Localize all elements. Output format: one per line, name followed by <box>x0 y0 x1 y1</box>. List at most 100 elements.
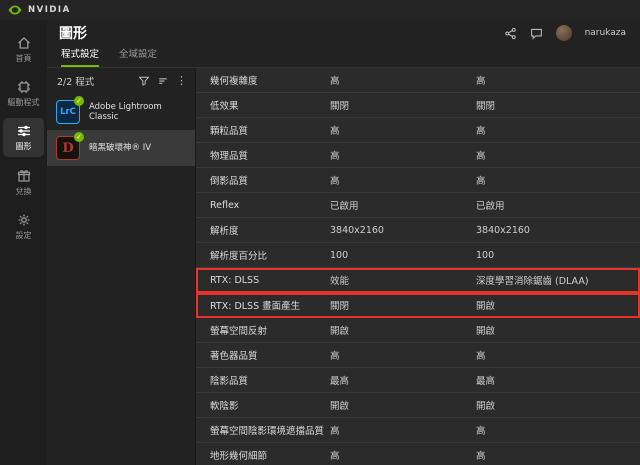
setting-label: RTX: DLSS 畫面產生 <box>210 298 330 312</box>
setting-label: 螢幕空間陰影環境遮擋品質 <box>210 423 330 437</box>
setting-global-value[interactable]: 開啟 <box>476 298 640 312</box>
sidebar-item-label: 驅動程式 <box>8 98 40 107</box>
setting-row-annotated: RTX: DLSS效能深度學習消除鋸齒 (DLAA) <box>196 268 640 293</box>
feedback-icon[interactable] <box>530 27 543 40</box>
app-icon: LrC✓ <box>56 100 80 124</box>
setting-current-value[interactable]: 效能 <box>330 273 476 287</box>
graphics-icon <box>16 123 32 139</box>
sidebar: 首頁驅動程式圖形兌換設定 <box>0 20 47 465</box>
setting-global-value[interactable]: 3840x2160 <box>476 225 640 236</box>
setting-current-value[interactable]: 高 <box>330 348 476 362</box>
setting-global-value[interactable]: 高 <box>476 73 640 87</box>
setting-row: 陰影品質最高最高 <box>196 368 640 393</box>
page-title: 圖形 <box>59 23 87 43</box>
tabbar: 程式設定 全域設定 <box>47 46 640 68</box>
setting-current-value[interactable]: 高 <box>330 423 476 437</box>
share-icon[interactable] <box>504 27 517 40</box>
setting-label: 物理品質 <box>210 148 330 162</box>
sidebar-item-label: 兌換 <box>16 187 32 196</box>
setting-global-value[interactable]: 高 <box>476 448 640 462</box>
setting-row: 解析度3840x21603840x2160 <box>196 218 640 243</box>
setting-row: 幾何複雜度高高 <box>196 68 640 93</box>
setting-current-value[interactable]: 開啟 <box>330 398 476 412</box>
setting-label: 螢幕空間反射 <box>210 323 330 337</box>
setting-global-value[interactable]: 最高 <box>476 373 640 387</box>
setting-label: 著色器品質 <box>210 348 330 362</box>
program-list-item[interactable]: LrC✓ Adobe Lightroom Classic <box>47 94 195 130</box>
setting-current-value[interactable]: 關閉 <box>330 98 476 112</box>
setting-global-value[interactable]: 高 <box>476 148 640 162</box>
header-actions: narukaza <box>504 25 626 41</box>
setting-label: 解析度百分比 <box>210 248 330 262</box>
setting-row: 著色器品質高高 <box>196 343 640 368</box>
setting-global-value[interactable]: 關閉 <box>476 98 640 112</box>
setting-label: 幾何複雜度 <box>210 73 330 87</box>
setting-row: 解析度百分比100100 <box>196 243 640 268</box>
setting-current-value[interactable]: 關閉 <box>330 298 476 312</box>
program-list-item[interactable]: D✓ 暗黑破壞神® IV <box>47 130 195 166</box>
sidebar-item-label: 首頁 <box>16 54 32 63</box>
setting-global-value[interactable]: 高 <box>476 423 640 437</box>
program-panel-header: 2/2 程式 ⋮ <box>47 68 195 94</box>
setting-global-value[interactable]: 高 <box>476 348 640 362</box>
setting-label: 低效果 <box>210 98 330 112</box>
drivers-icon <box>16 79 32 95</box>
program-list: LrC✓ Adobe Lightroom Classic D✓ 暗黑破壞神® IV <box>47 94 195 166</box>
setting-current-value[interactable]: 已啟用 <box>330 198 476 212</box>
sidebar-item-settings[interactable]: 設定 <box>3 207 44 245</box>
sort-icon[interactable] <box>157 75 169 87</box>
setting-row: 顆粒品質高高 <box>196 118 640 143</box>
program-name: 暗黑破壞神® IV <box>89 143 151 153</box>
sidebar-item-redeem[interactable]: 兌換 <box>3 163 44 201</box>
setting-row: 倒影品質高高 <box>196 168 640 193</box>
nvidia-app-window: NVIDIA 首頁驅動程式圖形兌換設定 圖形 narukaza 程式設 <box>0 0 640 465</box>
more-options-icon[interactable]: ⋮ <box>176 75 187 87</box>
username: narukaza <box>585 28 626 38</box>
setting-current-value[interactable]: 高 <box>330 148 476 162</box>
setting-row: 螢幕空間反射開啟開啟 <box>196 318 640 343</box>
setting-row: 軟陰影開啟開啟 <box>196 393 640 418</box>
setting-current-value[interactable]: 高 <box>330 173 476 187</box>
home-icon <box>16 35 32 51</box>
tab-global-settings[interactable]: 全域設定 <box>119 46 157 67</box>
setting-global-value[interactable]: 已啟用 <box>476 198 640 212</box>
program-name: Adobe Lightroom Classic <box>89 102 186 122</box>
setting-current-value[interactable]: 3840x2160 <box>330 225 476 236</box>
sidebar-item-label: 設定 <box>16 231 32 240</box>
setting-label: 顆粒品質 <box>210 123 330 137</box>
setting-global-value[interactable]: 高 <box>476 173 640 187</box>
setting-label: 解析度 <box>210 223 330 237</box>
setting-current-value[interactable]: 高 <box>330 73 476 87</box>
setting-label: 軟陰影 <box>210 398 330 412</box>
page-header: 圖形 narukaza <box>47 20 640 46</box>
setting-row-annotated: RTX: DLSS 畫面產生關閉開啟 <box>196 293 640 318</box>
setting-global-value[interactable]: 開啟 <box>476 398 640 412</box>
app-icon: D✓ <box>56 136 80 160</box>
program-count-label: 2/2 程式 <box>57 74 94 88</box>
nvidia-logo-icon <box>8 5 22 15</box>
main-area: 圖形 narukaza 程式設定 全域設定 <box>47 20 640 465</box>
tab-program-settings[interactable]: 程式設定 <box>61 46 99 67</box>
setting-global-value[interactable]: 深度學習消除鋸齒 (DLAA) <box>476 273 640 287</box>
setting-label: 陰影品質 <box>210 373 330 387</box>
sidebar-item-graphics[interactable]: 圖形 <box>3 118 44 156</box>
sidebar-item-drivers[interactable]: 驅動程式 <box>3 74 44 112</box>
program-panel: 2/2 程式 ⋮ LrC✓ Adobe Lightroom Classic D✓ 暗黑… <box>47 68 195 465</box>
optimized-check-icon: ✓ <box>74 132 84 142</box>
setting-current-value[interactable]: 100 <box>330 250 476 261</box>
setting-label: RTX: DLSS <box>210 275 330 286</box>
setting-global-value[interactable]: 高 <box>476 123 640 137</box>
setting-row: Reflex已啟用已啟用 <box>196 193 640 218</box>
filter-icon[interactable] <box>138 75 150 87</box>
sidebar-item-home[interactable]: 首頁 <box>3 30 44 68</box>
setting-label: 倒影品質 <box>210 173 330 187</box>
setting-current-value[interactable]: 最高 <box>330 373 476 387</box>
setting-global-value[interactable]: 100 <box>476 250 640 261</box>
setting-global-value[interactable]: 開啟 <box>476 323 640 337</box>
titlebar: NVIDIA <box>0 0 640 20</box>
setting-current-value[interactable]: 開啟 <box>330 323 476 337</box>
avatar[interactable] <box>556 25 572 41</box>
optimized-check-icon: ✓ <box>74 96 84 106</box>
setting-current-value[interactable]: 高 <box>330 448 476 462</box>
setting-current-value[interactable]: 高 <box>330 123 476 137</box>
